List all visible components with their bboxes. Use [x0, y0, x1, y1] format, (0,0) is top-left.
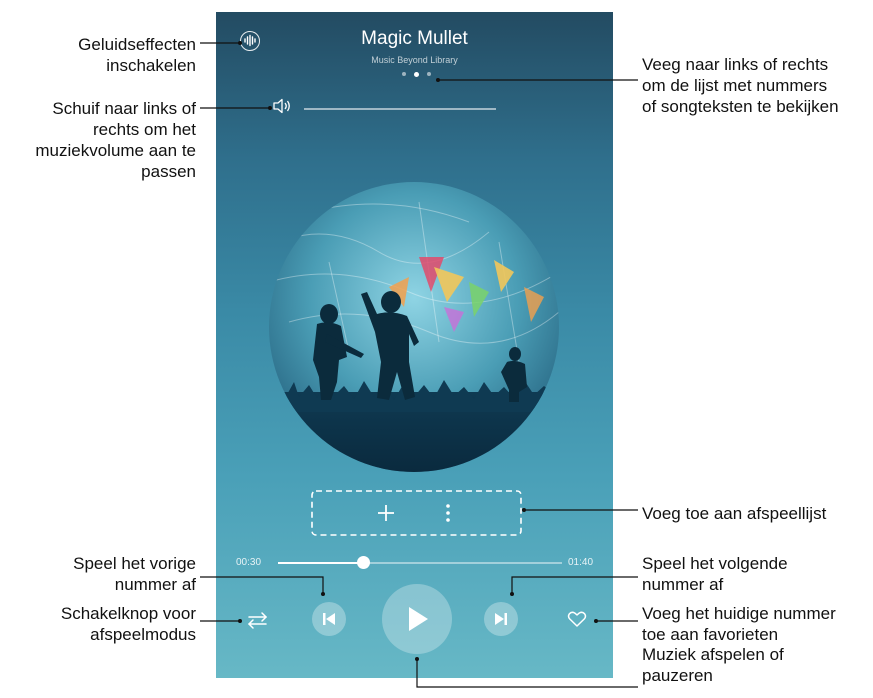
heart-icon: [567, 611, 587, 627]
plus-icon: [378, 505, 394, 521]
skip-previous-icon: [323, 613, 335, 625]
callout-play-mode: Schakelknop voor afspeelmodus: [60, 604, 196, 644]
volume-slider[interactable]: [304, 108, 496, 110]
page-dot: [427, 72, 431, 76]
page-dot-active: [414, 71, 419, 77]
favorite-button[interactable]: [567, 609, 587, 629]
callout-swipe: Veeg naar links of rechts om de lijst me…: [642, 55, 839, 116]
callout-previous: Speel het vorige nummer af: [73, 554, 196, 594]
song-title: Magic Mullet: [361, 28, 468, 49]
more-vertical-icon: [446, 504, 450, 522]
more-options-button[interactable]: [436, 490, 460, 536]
page-indicator[interactable]: [402, 71, 431, 77]
callout-sound-effects: Geluidseffecten inschakelen: [78, 35, 196, 75]
album-art: [269, 182, 559, 472]
callout-favorite: Voeg het huidige nummer toe aan favoriet…: [642, 604, 836, 644]
speaker-icon: [273, 98, 290, 114]
progress-bar[interactable]: [278, 556, 562, 569]
elapsed-time: 00:30: [236, 557, 262, 568]
play-mode-button[interactable]: [246, 610, 270, 630]
shuffle-repeat-icon: [247, 612, 268, 629]
callout-volume: Schuif naar links of rechts om het muzie…: [35, 99, 196, 181]
next-button[interactable]: [484, 602, 518, 636]
album-name: Music Beyond Library: [371, 55, 458, 65]
page-dot: [402, 72, 406, 76]
play-icon: [409, 607, 428, 631]
music-player-screen: Magic Mullet Music Beyond Library 00:30 …: [216, 12, 613, 678]
progress-thumb[interactable]: [357, 556, 371, 569]
callout-next: Speel het volgende nummer af: [642, 554, 788, 594]
previous-button[interactable]: [312, 602, 346, 636]
duration-time: 01:40: [568, 557, 594, 568]
callout-add-to-playlist: Voeg toe aan afspeellijst: [642, 504, 827, 523]
actions-highlight-box: [311, 490, 522, 536]
progress-fill: [278, 562, 364, 564]
skip-next-icon: [495, 613, 507, 625]
add-to-playlist-button[interactable]: [371, 490, 401, 536]
play-pause-button[interactable]: [382, 584, 452, 654]
callout-play-pause: Muziek afspelen of pauzeren: [642, 645, 784, 685]
